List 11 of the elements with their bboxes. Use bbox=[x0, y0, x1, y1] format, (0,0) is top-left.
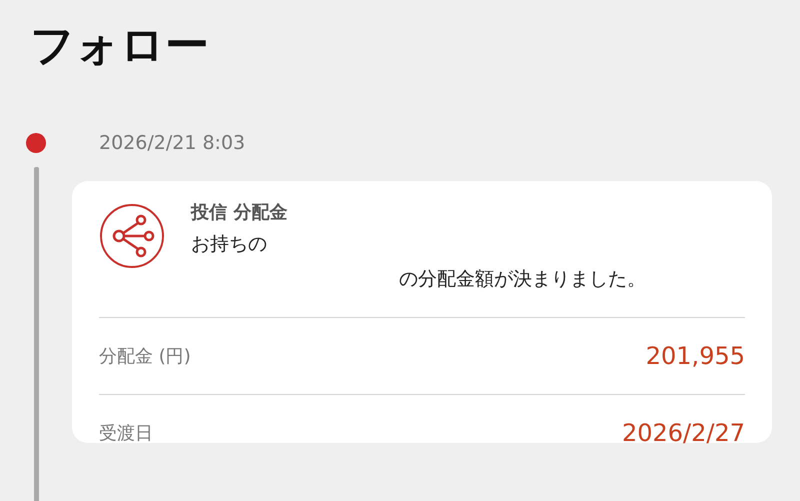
detail-value: 201,955 bbox=[646, 342, 745, 370]
timestamp: 2026/2/21 8:03 bbox=[99, 131, 246, 156]
page-title: フォロー bbox=[29, 19, 210, 73]
timeline-dot bbox=[26, 133, 46, 153]
share-icon bbox=[99, 203, 165, 269]
notification-message: お持ちの bbox=[191, 232, 268, 257]
notification-card[interactable]: 投信 分配金 お持ちの の分配金額が決まりました。 分配金 (円) 201,955 受渡日 2026/2/27 bbox=[72, 181, 772, 443]
notification-message: の分配金額が決まりました。 bbox=[398, 267, 646, 292]
detail-label: 受渡日 bbox=[99, 422, 153, 445]
notification-category: 投信 分配金 bbox=[191, 201, 288, 225]
detail-label: 分配金 (円) bbox=[99, 345, 191, 368]
